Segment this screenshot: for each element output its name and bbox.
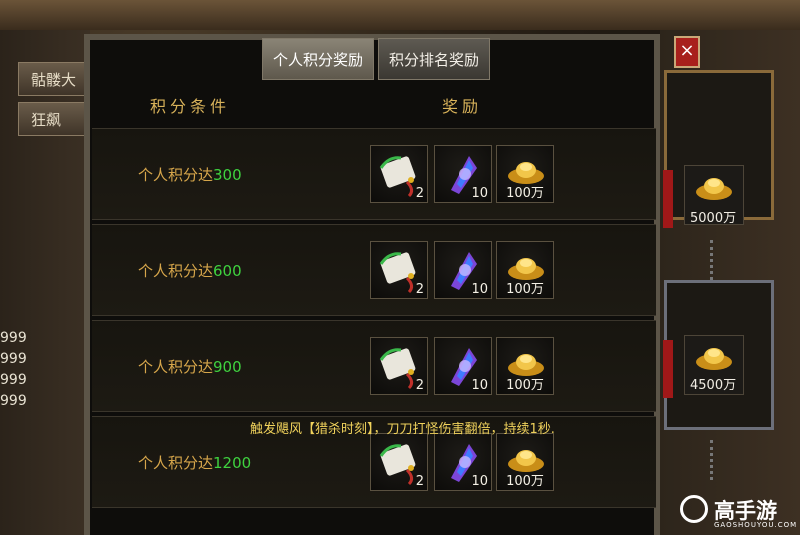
reward-slot[interactable]: 2 (370, 337, 428, 395)
reward-slot[interactable]: 10 (434, 241, 492, 299)
reward-slot[interactable]: 100万 (496, 337, 554, 395)
reward-quantity: 10 (471, 378, 488, 393)
condition-prefix: 个人积分达 (138, 262, 214, 280)
skill-tooltip: 触发飓风【猎杀时刻】，刀刀打怪伤害翻倍，持续1秒. (250, 422, 555, 437)
gold-ingot-icon (696, 178, 732, 200)
reward-slot[interactable]: 10 (434, 337, 492, 395)
tab-personal-points-reward[interactable]: 个人积分奖励 (262, 38, 374, 80)
header-condition: 积分条件 (150, 97, 231, 116)
reward-slot[interactable]: 2 (370, 241, 428, 299)
condition-label: 个人积分达900 (138, 356, 242, 377)
chain-decoration-2 (710, 440, 727, 480)
reward-slot[interactable]: 100万 (496, 145, 554, 203)
reward-quantity: 2 (415, 282, 424, 297)
reward-quantity: 100万 (506, 186, 544, 201)
right-reward-amount-1: 5000万 (690, 211, 737, 226)
right-red-edge-1 (663, 170, 673, 228)
close-button[interactable]: × (674, 36, 700, 68)
condition-points: 600 (213, 262, 242, 280)
gold-ingot-icon (696, 348, 732, 370)
condition-label: 个人积分达600 (138, 260, 242, 281)
reward-quantity: 100万 (506, 282, 544, 297)
left-value-2: 999 (0, 351, 27, 367)
condition-label: 个人积分达1200 (138, 452, 251, 473)
reward-quantity: 10 (471, 282, 488, 297)
reward-quantity: 100万 (506, 474, 544, 489)
reward-quantity: 100万 (506, 378, 544, 393)
condition-prefix: 个人积分达 (138, 454, 214, 472)
condition-points: 900 (213, 358, 242, 376)
reward-slot[interactable]: 10 (434, 145, 492, 203)
left-value-1: 999 (0, 330, 27, 346)
left-menu-button-2[interactable]: 狂飙 (18, 102, 88, 136)
reward-quantity: 2 (415, 378, 424, 393)
left-menu-button-1[interactable]: 骷髅大 (18, 62, 88, 96)
condition-points: 300 (213, 166, 242, 184)
right-red-edge-2 (663, 340, 673, 398)
tab-points-ranking-reward[interactable]: 积分排名奖励 (378, 38, 490, 80)
top-ornament (0, 0, 800, 30)
reward-slot[interactable]: 2 (370, 433, 428, 491)
header-reward: 奖励 (442, 97, 483, 116)
condition-prefix: 个人积分达 (138, 358, 214, 376)
reward-slot[interactable]: 100万 (496, 241, 554, 299)
reward-quantity: 10 (471, 186, 488, 201)
reward-quantity: 10 (471, 474, 488, 489)
watermark-domain: GAOSHOUYOU.COM (714, 521, 798, 529)
chain-decoration (710, 240, 727, 280)
right-reward-amount-2: 4500万 (690, 378, 737, 393)
reward-slot[interactable]: 10 (434, 433, 492, 491)
condition-points: 1200 (213, 454, 252, 472)
reward-quantity: 2 (415, 474, 424, 489)
reward-slot[interactable]: 2 (370, 145, 428, 203)
condition-prefix: 个人积分达 (138, 166, 214, 184)
left-value-4: 999 (0, 393, 27, 409)
reward-slot[interactable]: 100万 (496, 433, 554, 491)
brand-g-icon (680, 495, 708, 523)
left-value-3: 999 (0, 372, 27, 388)
condition-label: 个人积分达300 (138, 164, 242, 185)
reward-quantity: 2 (415, 186, 424, 201)
